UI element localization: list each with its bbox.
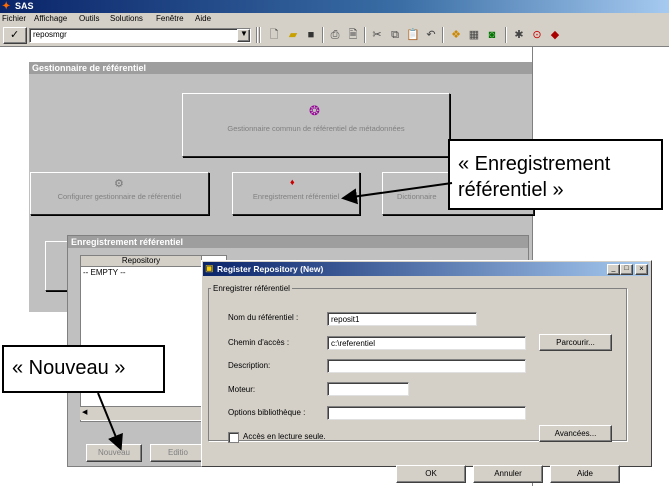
new-arrow (97, 392, 123, 451)
register-arrow (341, 182, 453, 205)
callout-arrows (97, 182, 453, 451)
